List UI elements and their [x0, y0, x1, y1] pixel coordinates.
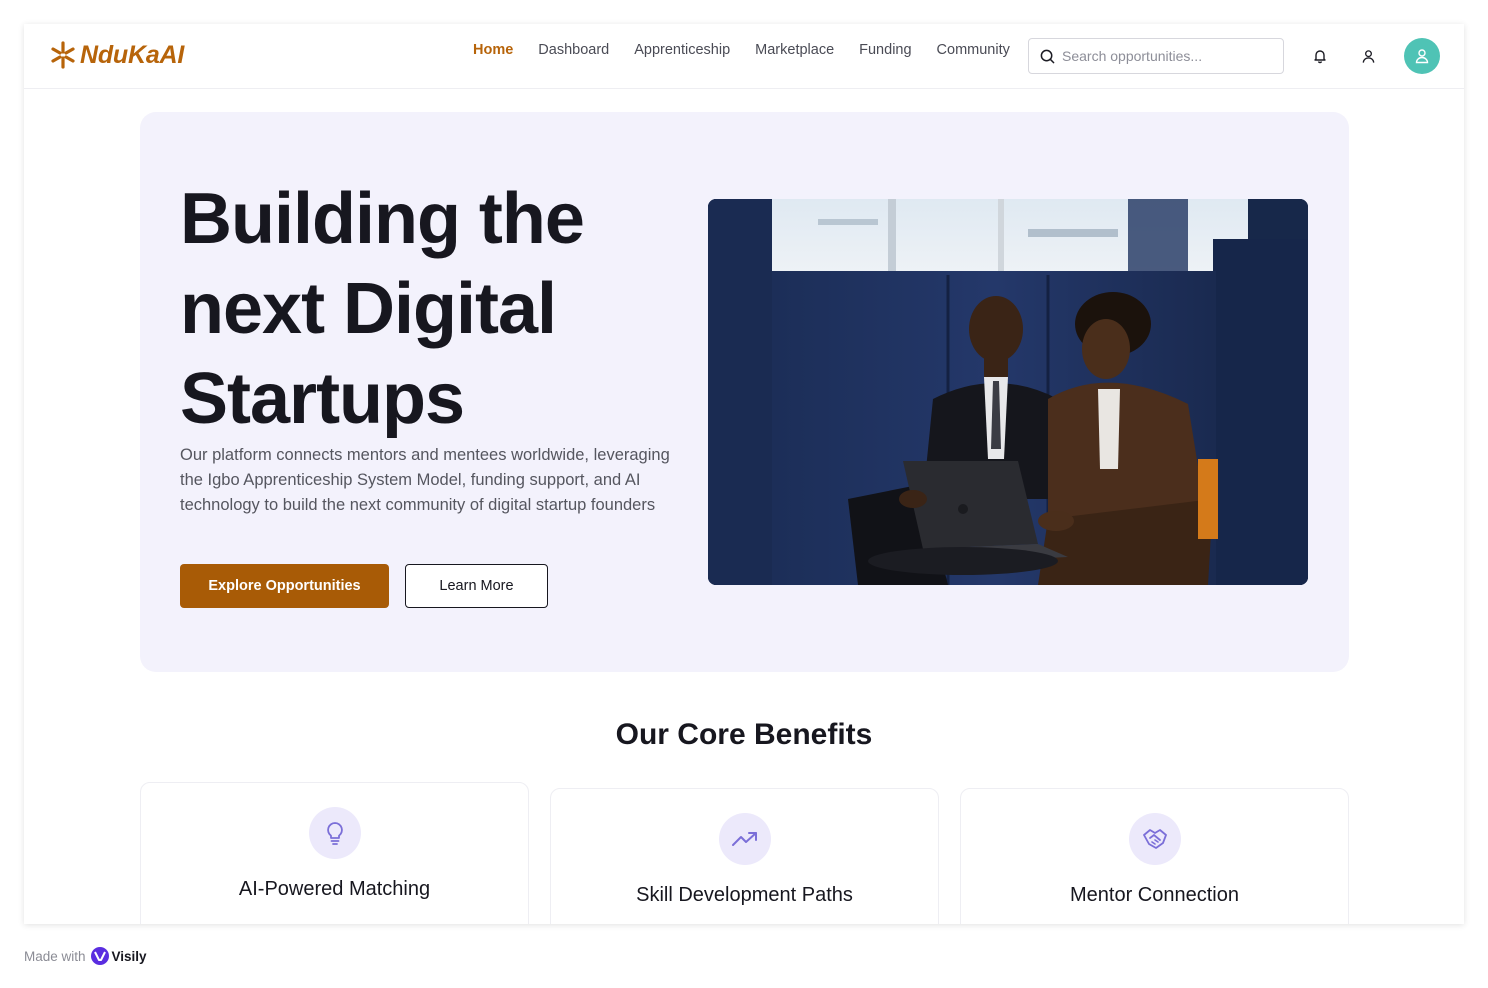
- benefit-title: Mentor Connection: [1070, 884, 1239, 906]
- search-icon: [1040, 49, 1055, 63]
- search-box[interactable]: [1028, 38, 1284, 74]
- avatar[interactable]: [1404, 38, 1440, 74]
- user-icon: [1362, 49, 1374, 63]
- visily-name: Visily: [111, 948, 147, 964]
- benefit-title: AI-Powered Matching: [238, 878, 431, 900]
- benefit-title: Skill Development Paths: [636, 884, 853, 906]
- main-nav: Home Dashboard Apprenticeship Marketplac…: [473, 41, 1022, 59]
- top-header: NduKaAI Home Dashboard Apprenticeship Ma…: [24, 24, 1464, 89]
- visily-icon: [90, 947, 109, 965]
- hero-section: Building the next Digital Startups Our p…: [140, 112, 1349, 672]
- benefit-icon-wrap: [1129, 813, 1181, 865]
- hero-title: Building the next Digital Startups: [180, 179, 585, 439]
- benefits-title: Our Core Benefits: [615, 718, 873, 751]
- sparkle-logo-icon: [51, 41, 75, 69]
- nav-item-dashboard[interactable]: Dashboard: [526, 41, 622, 59]
- lightbulb-icon: [327, 822, 343, 845]
- avatar-user-icon: [1415, 49, 1429, 64]
- benefit-card-skill-paths[interactable]: Skill Development Paths: [550, 788, 939, 924]
- benefit-icon-wrap: [309, 807, 361, 859]
- trending-up-icon: [732, 832, 757, 846]
- profile-button[interactable]: [1358, 46, 1378, 66]
- made-with-badge[interactable]: Made with Visily: [24, 947, 147, 965]
- notifications-button[interactable]: [1310, 46, 1330, 66]
- search-input[interactable]: [1062, 48, 1262, 64]
- app-frame: NduKaAI Home Dashboard Apprenticeship Ma…: [24, 24, 1464, 924]
- learn-more-button[interactable]: Learn More: [405, 564, 548, 608]
- nav-item-home[interactable]: Home: [473, 41, 526, 59]
- hero-illustration: [708, 199, 1308, 585]
- made-with-label: Made with: [24, 948, 86, 964]
- bell-icon: [1314, 50, 1326, 64]
- visily-logo: Visily: [90, 947, 147, 965]
- nav-item-apprenticeship[interactable]: Apprenticeship: [622, 41, 743, 59]
- handshake-icon: [1143, 829, 1167, 849]
- nav-item-community[interactable]: Community: [924, 41, 1022, 59]
- hero-description: Our platform connects mentors and mentee…: [180, 446, 670, 514]
- nav-item-funding[interactable]: Funding: [847, 41, 924, 59]
- brand-logo[interactable]: NduKaAI: [50, 40, 184, 70]
- nav-item-marketplace[interactable]: Marketplace: [743, 41, 847, 59]
- explore-opportunities-button[interactable]: Explore Opportunities: [180, 564, 389, 608]
- brand-name: NduKaAI: [80, 40, 185, 69]
- benefit-card-ai-matching[interactable]: AI-Powered Matching: [140, 782, 529, 924]
- hero-image: [708, 199, 1308, 585]
- benefit-icon-wrap: [719, 813, 771, 865]
- benefit-card-mentor[interactable]: Mentor Connection: [960, 788, 1349, 924]
